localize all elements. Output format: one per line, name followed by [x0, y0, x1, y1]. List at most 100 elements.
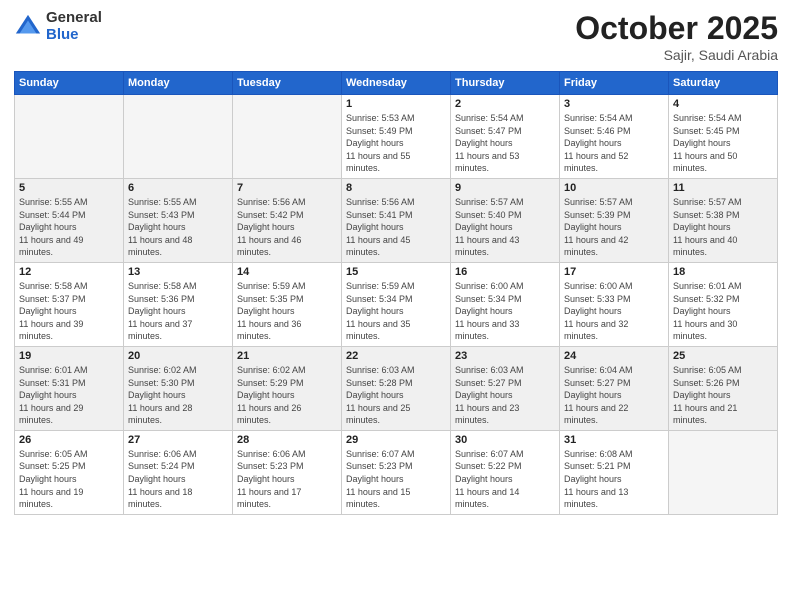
day-number: 6 [128, 182, 228, 194]
table-row: 25 Sunrise: 6:05 AM Sunset: 5:26 PM Dayl… [669, 346, 778, 430]
logo-blue: Blue [46, 27, 102, 44]
logo-general: General [46, 10, 102, 27]
col-wednesday: Wednesday [342, 72, 451, 95]
table-row: 5 Sunrise: 5:55 AM Sunset: 5:44 PM Dayli… [15, 178, 124, 262]
day-info: Sunrise: 5:59 AM Sunset: 5:35 PM Dayligh… [237, 280, 337, 343]
day-info: Sunrise: 5:56 AM Sunset: 5:41 PM Dayligh… [346, 196, 446, 259]
col-thursday: Thursday [451, 72, 560, 95]
day-info: Sunrise: 5:58 AM Sunset: 5:36 PM Dayligh… [128, 280, 228, 343]
table-row: 21 Sunrise: 6:02 AM Sunset: 5:29 PM Dayl… [233, 346, 342, 430]
day-info: Sunrise: 6:03 AM Sunset: 5:27 PM Dayligh… [455, 364, 555, 427]
header: General Blue October 2025 Sajir, Saudi A… [14, 10, 778, 63]
col-monday: Monday [124, 72, 233, 95]
table-row: 30 Sunrise: 6:07 AM Sunset: 5:22 PM Dayl… [451, 430, 560, 514]
calendar-header-row: Sunday Monday Tuesday Wednesday Thursday… [15, 72, 778, 95]
table-row: 4 Sunrise: 5:54 AM Sunset: 5:45 PM Dayli… [669, 95, 778, 179]
day-number: 8 [346, 182, 446, 194]
table-row: 22 Sunrise: 6:03 AM Sunset: 5:28 PM Dayl… [342, 346, 451, 430]
day-info: Sunrise: 6:02 AM Sunset: 5:29 PM Dayligh… [237, 364, 337, 427]
table-row: 17 Sunrise: 6:00 AM Sunset: 5:33 PM Dayl… [560, 262, 669, 346]
day-info: Sunrise: 5:59 AM Sunset: 5:34 PM Dayligh… [346, 280, 446, 343]
day-number: 2 [455, 98, 555, 110]
day-info: Sunrise: 6:07 AM Sunset: 5:23 PM Dayligh… [346, 448, 446, 511]
day-number: 30 [455, 434, 555, 446]
logo: General Blue [14, 10, 102, 43]
day-number: 17 [564, 266, 664, 278]
day-info: Sunrise: 5:57 AM Sunset: 5:39 PM Dayligh… [564, 196, 664, 259]
day-info: Sunrise: 5:53 AM Sunset: 5:49 PM Dayligh… [346, 112, 446, 175]
day-info: Sunrise: 6:04 AM Sunset: 5:27 PM Dayligh… [564, 364, 664, 427]
calendar-row: 5 Sunrise: 5:55 AM Sunset: 5:44 PM Dayli… [15, 178, 778, 262]
day-info: Sunrise: 6:00 AM Sunset: 5:34 PM Dayligh… [455, 280, 555, 343]
day-info: Sunrise: 6:07 AM Sunset: 5:22 PM Dayligh… [455, 448, 555, 511]
table-row: 13 Sunrise: 5:58 AM Sunset: 5:36 PM Dayl… [124, 262, 233, 346]
day-number: 7 [237, 182, 337, 194]
day-info: Sunrise: 6:06 AM Sunset: 5:24 PM Dayligh… [128, 448, 228, 511]
table-row: 15 Sunrise: 5:59 AM Sunset: 5:34 PM Dayl… [342, 262, 451, 346]
day-info: Sunrise: 5:55 AM Sunset: 5:44 PM Dayligh… [19, 196, 119, 259]
day-info: Sunrise: 5:58 AM Sunset: 5:37 PM Dayligh… [19, 280, 119, 343]
table-row [669, 430, 778, 514]
table-row: 9 Sunrise: 5:57 AM Sunset: 5:40 PM Dayli… [451, 178, 560, 262]
table-row: 24 Sunrise: 6:04 AM Sunset: 5:27 PM Dayl… [560, 346, 669, 430]
day-number: 22 [346, 350, 446, 362]
table-row: 23 Sunrise: 6:03 AM Sunset: 5:27 PM Dayl… [451, 346, 560, 430]
day-info: Sunrise: 5:57 AM Sunset: 5:40 PM Dayligh… [455, 196, 555, 259]
logo-text: General Blue [46, 10, 102, 43]
title-block: October 2025 Sajir, Saudi Arabia [575, 10, 778, 63]
day-info: Sunrise: 5:57 AM Sunset: 5:38 PM Dayligh… [673, 196, 773, 259]
table-row: 18 Sunrise: 6:01 AM Sunset: 5:32 PM Dayl… [669, 262, 778, 346]
day-info: Sunrise: 6:05 AM Sunset: 5:25 PM Dayligh… [19, 448, 119, 511]
day-number: 18 [673, 266, 773, 278]
table-row: 26 Sunrise: 6:05 AM Sunset: 5:25 PM Dayl… [15, 430, 124, 514]
table-row: 8 Sunrise: 5:56 AM Sunset: 5:41 PM Dayli… [342, 178, 451, 262]
day-number: 20 [128, 350, 228, 362]
table-row: 14 Sunrise: 5:59 AM Sunset: 5:35 PM Dayl… [233, 262, 342, 346]
day-number: 13 [128, 266, 228, 278]
col-sunday: Sunday [15, 72, 124, 95]
day-number: 28 [237, 434, 337, 446]
day-number: 31 [564, 434, 664, 446]
day-number: 26 [19, 434, 119, 446]
day-number: 16 [455, 266, 555, 278]
table-row: 7 Sunrise: 5:56 AM Sunset: 5:42 PM Dayli… [233, 178, 342, 262]
day-number: 1 [346, 98, 446, 110]
day-number: 27 [128, 434, 228, 446]
day-number: 4 [673, 98, 773, 110]
day-number: 14 [237, 266, 337, 278]
logo-icon [14, 13, 42, 41]
table-row: 28 Sunrise: 6:06 AM Sunset: 5:23 PM Dayl… [233, 430, 342, 514]
day-number: 11 [673, 182, 773, 194]
col-friday: Friday [560, 72, 669, 95]
day-number: 15 [346, 266, 446, 278]
table-row: 12 Sunrise: 5:58 AM Sunset: 5:37 PM Dayl… [15, 262, 124, 346]
table-row [233, 95, 342, 179]
table-row [15, 95, 124, 179]
day-info: Sunrise: 6:02 AM Sunset: 5:30 PM Dayligh… [128, 364, 228, 427]
calendar-row: 1 Sunrise: 5:53 AM Sunset: 5:49 PM Dayli… [15, 95, 778, 179]
location-subtitle: Sajir, Saudi Arabia [575, 47, 778, 63]
day-number: 25 [673, 350, 773, 362]
calendar-row: 26 Sunrise: 6:05 AM Sunset: 5:25 PM Dayl… [15, 430, 778, 514]
day-info: Sunrise: 5:54 AM Sunset: 5:47 PM Dayligh… [455, 112, 555, 175]
table-row: 16 Sunrise: 6:00 AM Sunset: 5:34 PM Dayl… [451, 262, 560, 346]
day-info: Sunrise: 6:01 AM Sunset: 5:32 PM Dayligh… [673, 280, 773, 343]
table-row: 1 Sunrise: 5:53 AM Sunset: 5:49 PM Dayli… [342, 95, 451, 179]
day-info: Sunrise: 6:08 AM Sunset: 5:21 PM Dayligh… [564, 448, 664, 511]
day-number: 19 [19, 350, 119, 362]
table-row: 31 Sunrise: 6:08 AM Sunset: 5:21 PM Dayl… [560, 430, 669, 514]
month-title: October 2025 [575, 10, 778, 47]
day-info: Sunrise: 6:03 AM Sunset: 5:28 PM Dayligh… [346, 364, 446, 427]
day-info: Sunrise: 5:55 AM Sunset: 5:43 PM Dayligh… [128, 196, 228, 259]
day-number: 12 [19, 266, 119, 278]
day-info: Sunrise: 6:01 AM Sunset: 5:31 PM Dayligh… [19, 364, 119, 427]
table-row: 2 Sunrise: 5:54 AM Sunset: 5:47 PM Dayli… [451, 95, 560, 179]
table-row: 27 Sunrise: 6:06 AM Sunset: 5:24 PM Dayl… [124, 430, 233, 514]
col-saturday: Saturday [669, 72, 778, 95]
day-info: Sunrise: 6:00 AM Sunset: 5:33 PM Dayligh… [564, 280, 664, 343]
day-number: 10 [564, 182, 664, 194]
table-row: 6 Sunrise: 5:55 AM Sunset: 5:43 PM Dayli… [124, 178, 233, 262]
day-number: 21 [237, 350, 337, 362]
table-row: 3 Sunrise: 5:54 AM Sunset: 5:46 PM Dayli… [560, 95, 669, 179]
calendar-row: 19 Sunrise: 6:01 AM Sunset: 5:31 PM Dayl… [15, 346, 778, 430]
